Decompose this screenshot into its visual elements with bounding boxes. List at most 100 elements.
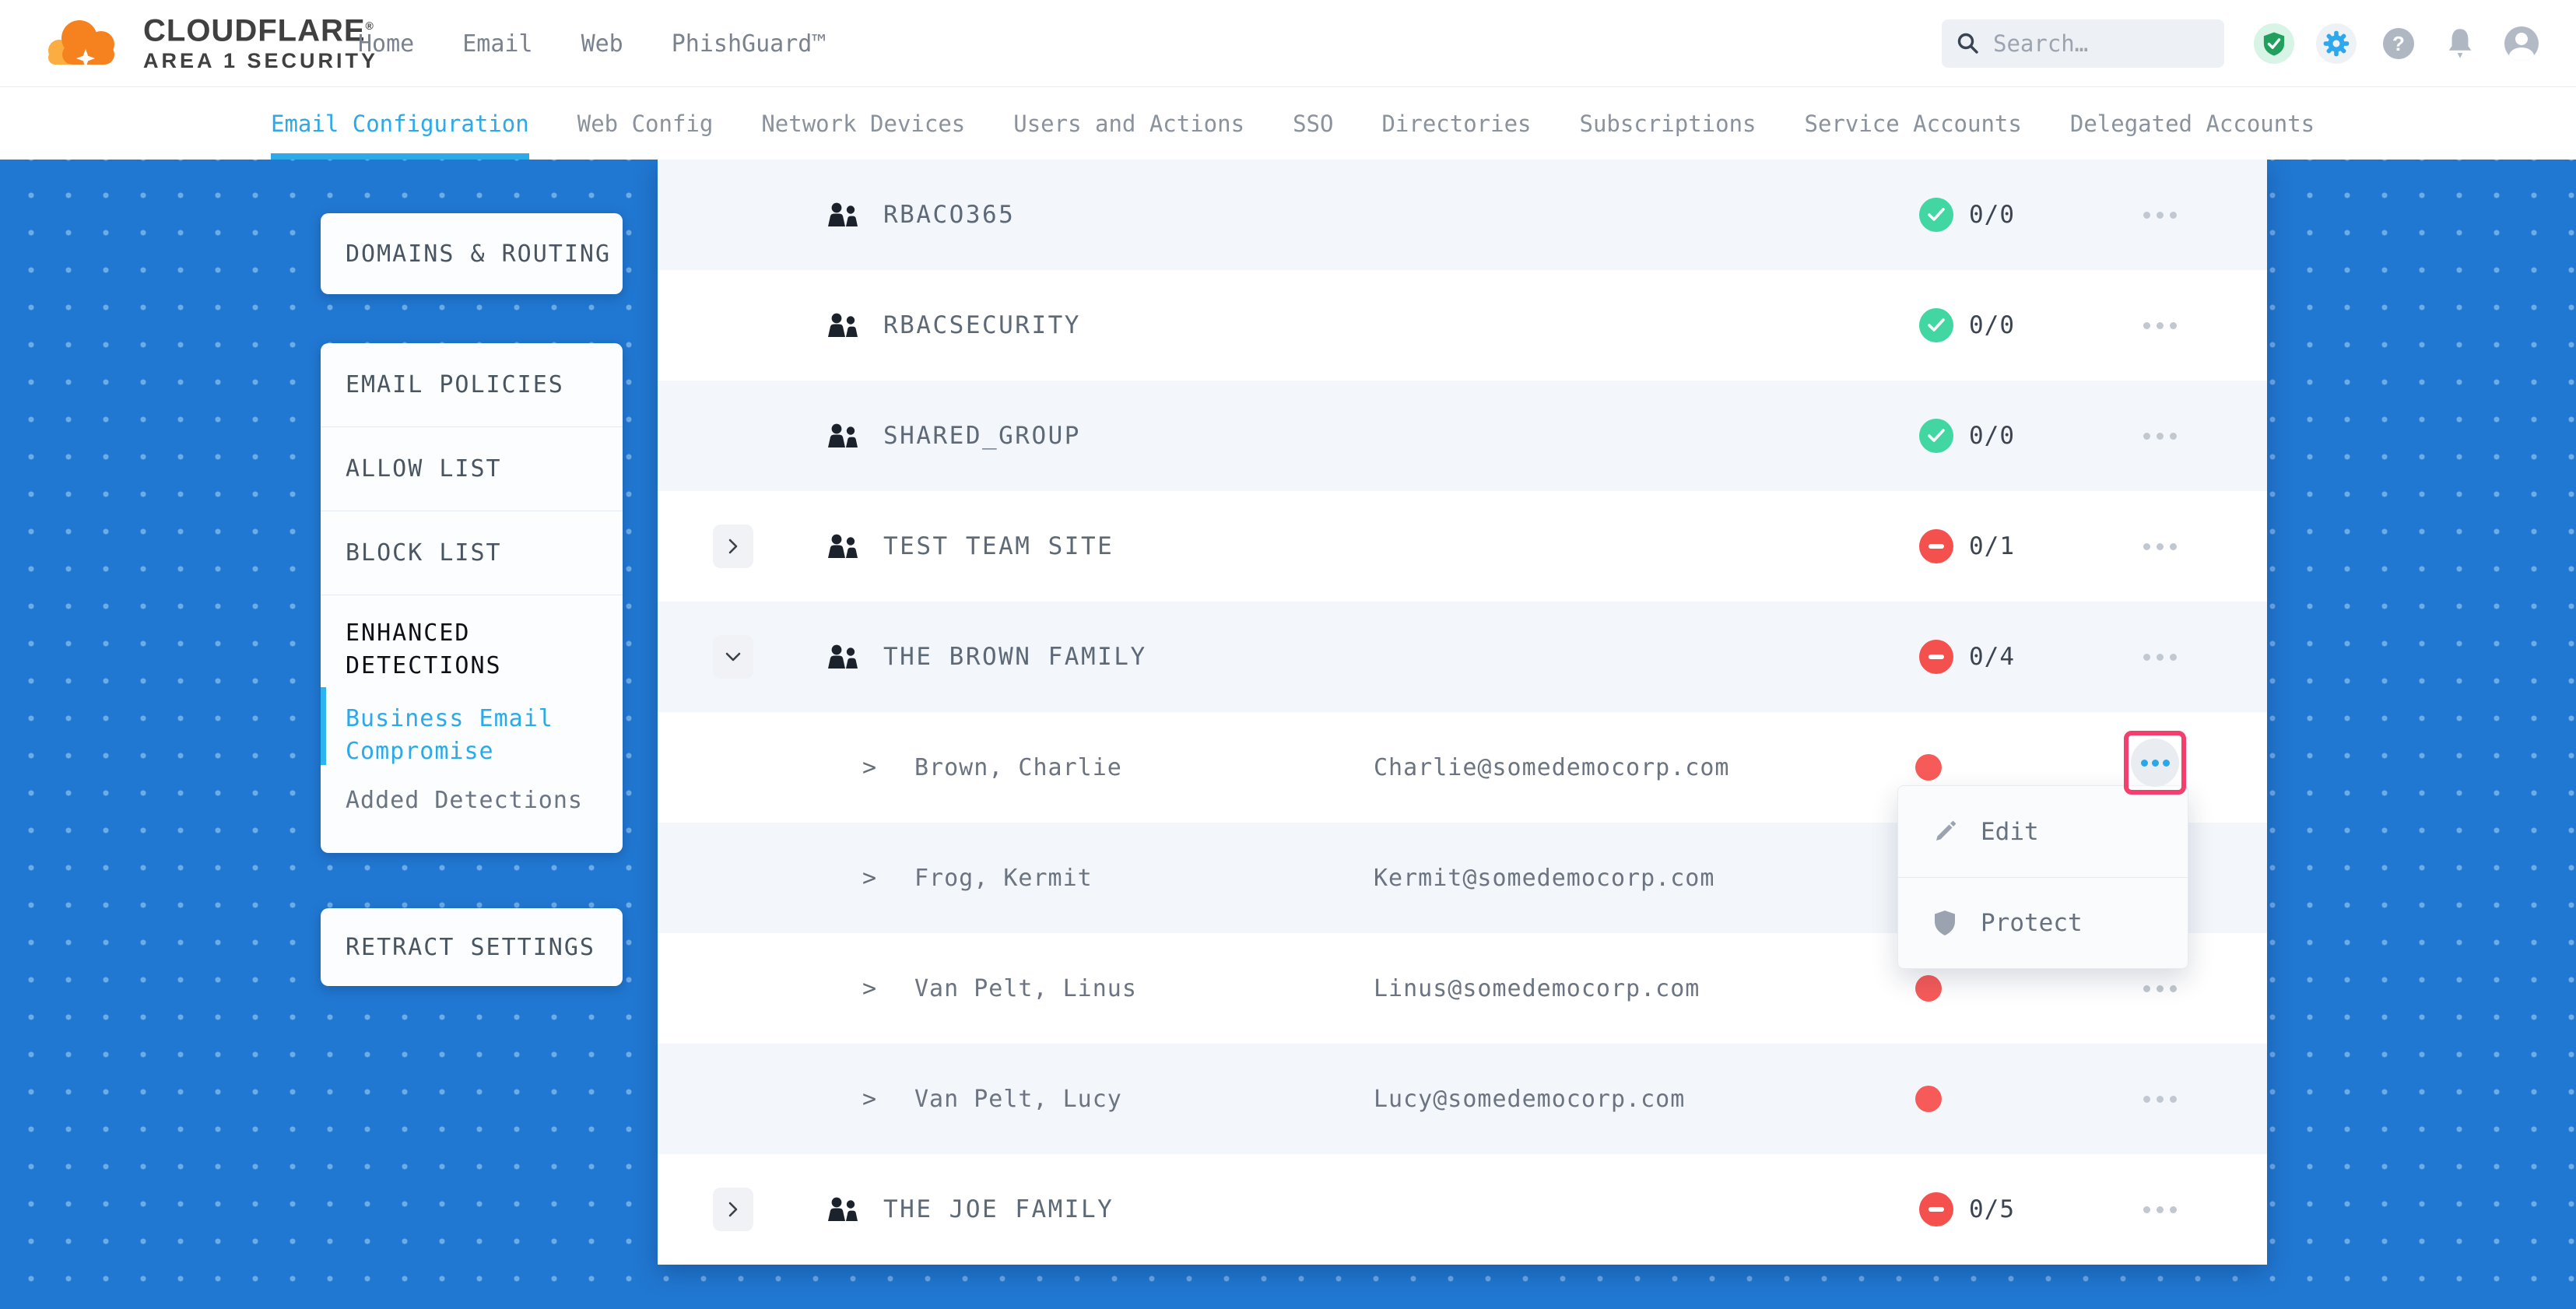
- status-unprotected-dot: [1915, 975, 1942, 1002]
- row-actions-button-active[interactable]: [2131, 739, 2179, 787]
- help-icon[interactable]: ?: [2383, 28, 2414, 59]
- sidebar-item-added-detections[interactable]: Added Detections: [346, 787, 598, 814]
- menu-item-protect[interactable]: Protect: [1898, 877, 2188, 968]
- group-name: TEST TEAM SITE: [883, 491, 1114, 602]
- tab-network-devices[interactable]: Network Devices: [761, 87, 965, 160]
- member-name: Brown, Charlie: [914, 712, 1122, 823]
- member-name: Van Pelt, Linus: [914, 933, 1137, 1044]
- sidebar-item-domains-routing[interactable]: DOMAINS & ROUTING: [321, 213, 623, 294]
- status-ok-icon: [1919, 198, 1953, 232]
- table-row-group: RBACO365 0/0: [658, 160, 2267, 270]
- row-actions-button[interactable]: [2132, 1154, 2187, 1265]
- account-avatar-icon[interactable]: [2504, 26, 2539, 61]
- status-count: 0/4: [1969, 602, 2015, 712]
- table-row-member: > Van Pelt, Lucy Lucy@somedemocorp.com: [658, 1044, 2267, 1154]
- expand-button[interactable]: [713, 1188, 753, 1231]
- brand-subtitle: AREA 1 SECURITY: [143, 47, 378, 74]
- sidebar-item-block-list[interactable]: BLOCK LIST: [321, 511, 623, 595]
- status-ok-icon: [1919, 308, 1953, 342]
- groups-table: RBACO365 0/0 RBACSECURITY 0/0 SHARED_G: [658, 160, 2267, 1265]
- tab-users-and-actions[interactable]: Users and Actions: [1013, 87, 1244, 160]
- active-item-indicator: [321, 687, 326, 765]
- group-name: THE JOE FAMILY: [883, 1154, 1114, 1265]
- search-icon: [1956, 31, 1981, 56]
- chevron-down-icon: [725, 651, 742, 662]
- tab-directories[interactable]: Directories: [1381, 87, 1531, 160]
- sidebar-policies-card: EMAIL POLICIES ALLOW LIST BLOCK LIST ENH…: [321, 343, 623, 853]
- table-row-group: THE BROWN FAMILY 0/4: [658, 602, 2267, 712]
- pencil-icon: [1929, 819, 1960, 845]
- sidebar-item-retract-settings[interactable]: RETRACT SETTINGS: [321, 908, 623, 986]
- shield-icon: [1929, 910, 1960, 936]
- group-people-icon: [826, 644, 862, 672]
- status-count: 0/1: [1969, 491, 2015, 602]
- table-row-group: TEST TEAM SITE 0/1: [658, 491, 2267, 602]
- tab-email-configuration[interactable]: Email Configuration: [271, 87, 529, 160]
- nav-phishguard[interactable]: PhishGuard™: [672, 30, 826, 58]
- tab-subscriptions[interactable]: Subscriptions: [1580, 87, 1757, 160]
- search-box[interactable]: [1942, 19, 2224, 68]
- status-count: 0/0: [1969, 160, 2015, 270]
- main-nav: Home Email Web PhishGuard™: [358, 0, 826, 87]
- expand-button[interactable]: [713, 525, 753, 568]
- group-name: THE BROWN FAMILY: [883, 602, 1147, 712]
- group-name: SHARED_GROUP: [883, 381, 1081, 491]
- status-unprotected-dot: [1915, 1086, 1942, 1112]
- cloudflare-cloud-icon: [40, 8, 134, 75]
- security-shield-check-icon[interactable]: [2254, 23, 2294, 64]
- sidebar-item-allow-list[interactable]: ALLOW LIST: [321, 427, 623, 511]
- tab-web-config[interactable]: Web Config: [577, 87, 714, 160]
- status-count: 0/5: [1969, 1154, 2015, 1265]
- group-people-icon: [826, 423, 862, 451]
- tab-sso[interactable]: SSO: [1293, 87, 1333, 160]
- row-context-menu: Edit Protect: [1897, 785, 2188, 969]
- sidebar-section-enhanced-detections: ENHANCED DETECTIONS Business Email Compr…: [321, 595, 623, 814]
- table-row-group: RBACSECURITY 0/0: [658, 270, 2267, 381]
- status-unprotected-dot: [1915, 754, 1942, 781]
- member-name: Frog, Kermit: [914, 823, 1093, 933]
- brand-name: CLOUDFLARE®: [143, 9, 378, 47]
- member-chevron: >: [862, 712, 876, 823]
- row-actions-button[interactable]: [2132, 1044, 2187, 1154]
- nav-email[interactable]: Email: [462, 30, 532, 58]
- sidebar-item-email-policies[interactable]: EMAIL POLICIES: [321, 343, 623, 427]
- member-email: Linus@somedemocorp.com: [1374, 933, 1700, 1044]
- status-count: 0/0: [1969, 270, 2015, 381]
- member-email: Kermit@somedemocorp.com: [1374, 823, 1714, 933]
- nav-home[interactable]: Home: [358, 30, 414, 58]
- member-name: Van Pelt, Lucy: [914, 1044, 1122, 1154]
- group-people-icon: [826, 313, 862, 341]
- settings-gear-icon[interactable]: [2316, 23, 2357, 64]
- actions-highlight-ring: [2124, 731, 2186, 795]
- table-row-group: SHARED_GROUP 0/0: [658, 381, 2267, 491]
- group-people-icon: [826, 202, 862, 230]
- tab-delegated-accounts[interactable]: Delegated Accounts: [2070, 87, 2315, 160]
- row-actions-button[interactable]: [2132, 602, 2187, 712]
- sidebar-item-business-email-compromise[interactable]: Business Email Compromise: [346, 703, 571, 768]
- enhanced-detections-title[interactable]: ENHANCED DETECTIONS: [346, 617, 563, 683]
- menu-item-edit[interactable]: Edit: [1898, 786, 2188, 877]
- chevron-right-icon: [728, 1201, 739, 1218]
- status-count: 0/0: [1969, 381, 2015, 491]
- member-email: Lucy@somedemocorp.com: [1374, 1044, 1685, 1154]
- group-name: RBACSECURITY: [883, 270, 1081, 381]
- row-actions-button[interactable]: [2132, 160, 2187, 270]
- chevron-right-icon: [728, 538, 739, 555]
- status-blocked-icon: [1919, 640, 1953, 674]
- member-chevron: >: [862, 823, 876, 933]
- group-people-icon: [826, 534, 862, 562]
- status-ok-icon: [1919, 419, 1953, 453]
- nav-web[interactable]: Web: [581, 30, 623, 58]
- tab-service-accounts[interactable]: Service Accounts: [1805, 87, 2022, 160]
- row-actions-button[interactable]: [2132, 491, 2187, 602]
- member-chevron: >: [862, 1044, 876, 1154]
- member-chevron: >: [862, 933, 876, 1044]
- row-actions-button[interactable]: [2132, 270, 2187, 381]
- group-people-icon: [826, 1197, 862, 1225]
- search-input[interactable]: [1993, 30, 2210, 57]
- notifications-bell-icon[interactable]: [2442, 25, 2478, 62]
- row-actions-button[interactable]: [2132, 381, 2187, 491]
- page-content: DOMAINS & ROUTING EMAIL POLICIES ALLOW L…: [0, 160, 2576, 1309]
- collapse-button[interactable]: [713, 635, 753, 679]
- table-row-group: THE JOE FAMILY 0/5: [658, 1154, 2267, 1265]
